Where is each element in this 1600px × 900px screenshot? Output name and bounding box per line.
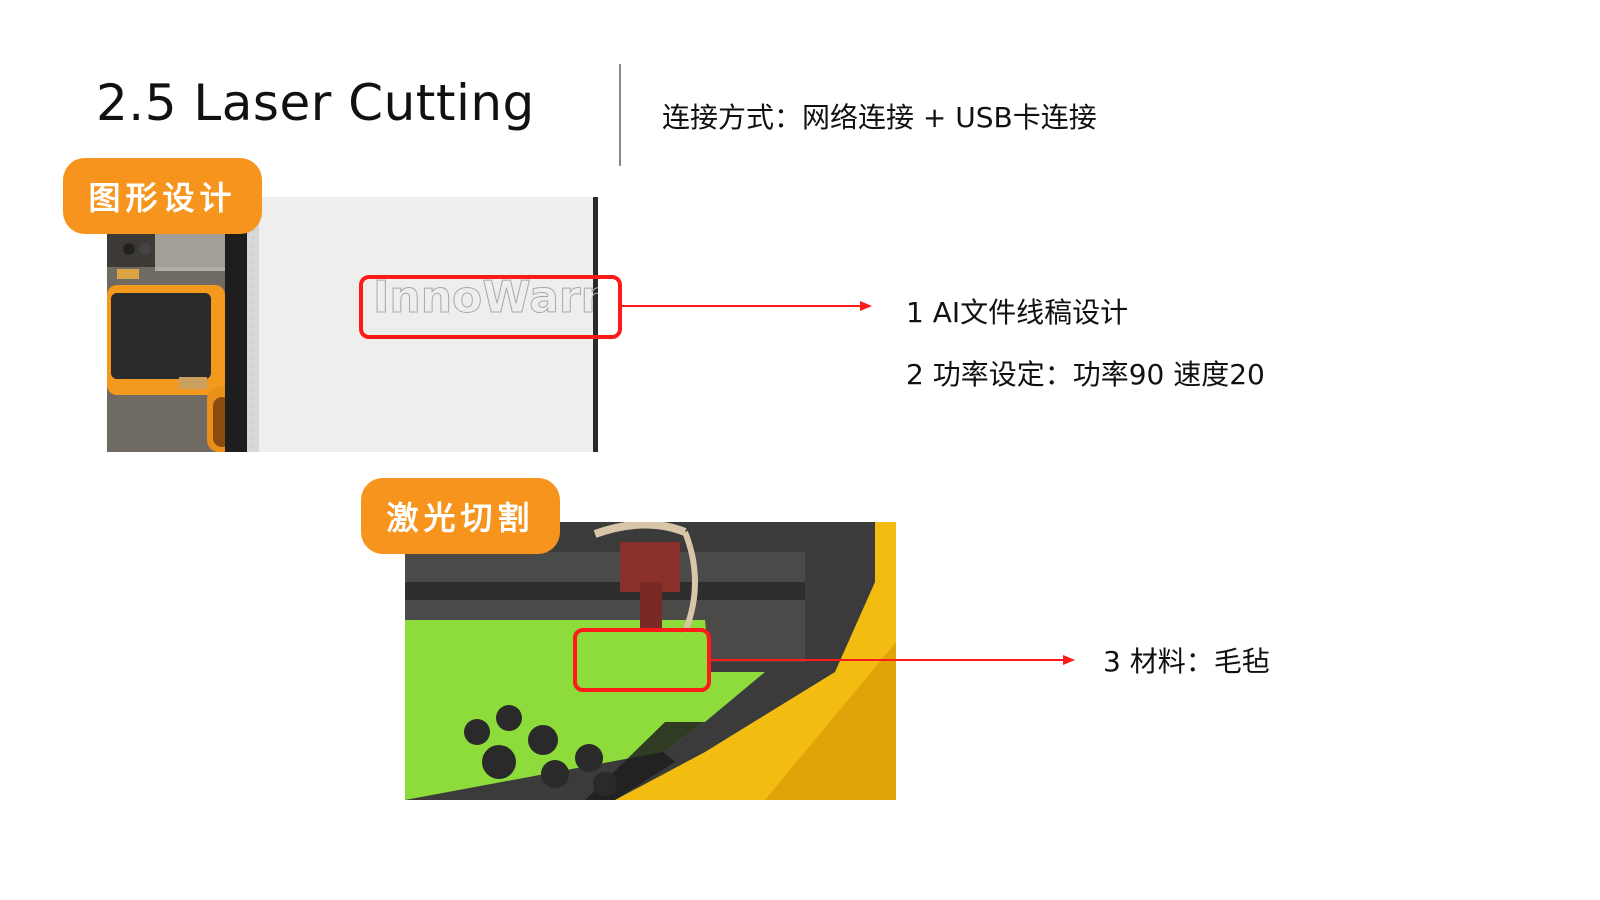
design-highlight-box [359, 275, 622, 339]
header-divider [619, 64, 621, 166]
design-note-1: 1 AI文件线稿设计 [906, 296, 1129, 329]
page-title: 2.5 Laser Cutting [96, 74, 535, 132]
connection-method: 连接方式：网络连接 + USB卡连接 [662, 101, 1097, 134]
cutting-highlight-box [573, 628, 711, 692]
cutting-tag: 激光切割 [361, 478, 560, 554]
design-note-2: 2 功率设定：功率90 速度20 [906, 358, 1265, 391]
cutting-note-1: 3 材料：毛毡 [1103, 645, 1270, 678]
design-tag: 图形设计 [63, 158, 262, 234]
